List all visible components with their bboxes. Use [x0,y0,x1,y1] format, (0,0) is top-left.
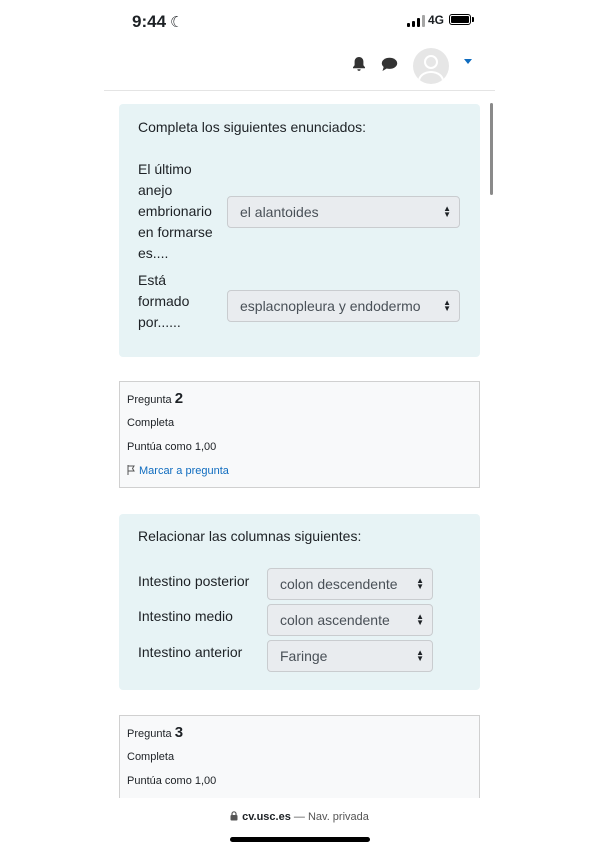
user-menu-caret-icon[interactable] [464,59,472,64]
statement-1-label: El último anejo embrionario en formarse … [138,161,213,261]
browser-bottom-bar: cv.usc.es — Nav. privada [0,798,599,848]
question-number: Pregunta 3 [127,724,184,741]
bell-icon[interactable] [352,56,366,77]
flag-question-link[interactable]: Marcar a pregunta [127,465,229,477]
question-2-prompt: Relacionar las columnas siguientes: [138,528,362,544]
question-1-prompt: Completa los siguientes enunciados: [138,119,367,135]
chevron-updown-icon: ▲ ▼ [443,298,451,314]
chat-bubble-icon[interactable] [381,57,398,77]
user-avatar[interactable] [413,48,449,84]
battery-tip [472,17,474,22]
scrollbar[interactable] [490,103,493,195]
match-row-1-select[interactable]: colon descendente ▲ ▼ [267,568,433,600]
signal-icon [407,15,425,27]
top-navbar [104,44,495,91]
flag-icon [127,465,135,475]
chevron-updown-icon: ▲ ▼ [416,576,424,592]
match-row-3-label: Intestino anterior [138,644,243,660]
match-row-2-select[interactable]: colon ascendente ▲ ▼ [267,604,433,636]
match-row-1-label: Intestino posterior [138,573,250,589]
chevron-updown-icon: ▲ ▼ [416,612,424,628]
question-grade: Puntúa como 1,00 [127,441,217,453]
status-time: 9:44 ☾ [132,12,184,31]
lock-icon [230,811,238,821]
battery-icon [449,14,471,25]
question-number: Pregunta 2 [127,390,184,407]
home-indicator[interactable] [230,837,370,842]
statement-2-select[interactable]: esplacnopleura y endodermo ▲ ▼ [227,290,460,322]
statement-1-select[interactable]: el alantoides ▲ ▼ [227,196,460,228]
moon-icon: ☾ [170,14,184,31]
match-row-2-label: Intestino medio [138,608,233,624]
chevron-updown-icon: ▲ ▼ [443,204,451,220]
network-type: 4G [428,13,445,27]
question-2-form: Relacionar las columnas siguientes: Inte… [119,514,480,690]
statement-2-label: Está formado por...... [138,272,190,330]
chevron-updown-icon: ▲ ▼ [416,648,424,664]
question-state: Completa [127,417,175,429]
question-grade: Puntúa como 1,00 [127,775,217,787]
status-bar: 9:44 ☾ 4G [0,0,599,44]
address-bar[interactable]: cv.usc.es — Nav. privada [0,811,599,823]
question-1-form: Completa los siguientes enunciados: El ú… [119,104,480,357]
match-row-3-select[interactable]: Faringe ▲ ▼ [267,640,433,672]
question-state: Completa [127,751,175,763]
question-2-info: Pregunta 2 Completa Puntúa como 1,00 Mar… [119,381,480,488]
